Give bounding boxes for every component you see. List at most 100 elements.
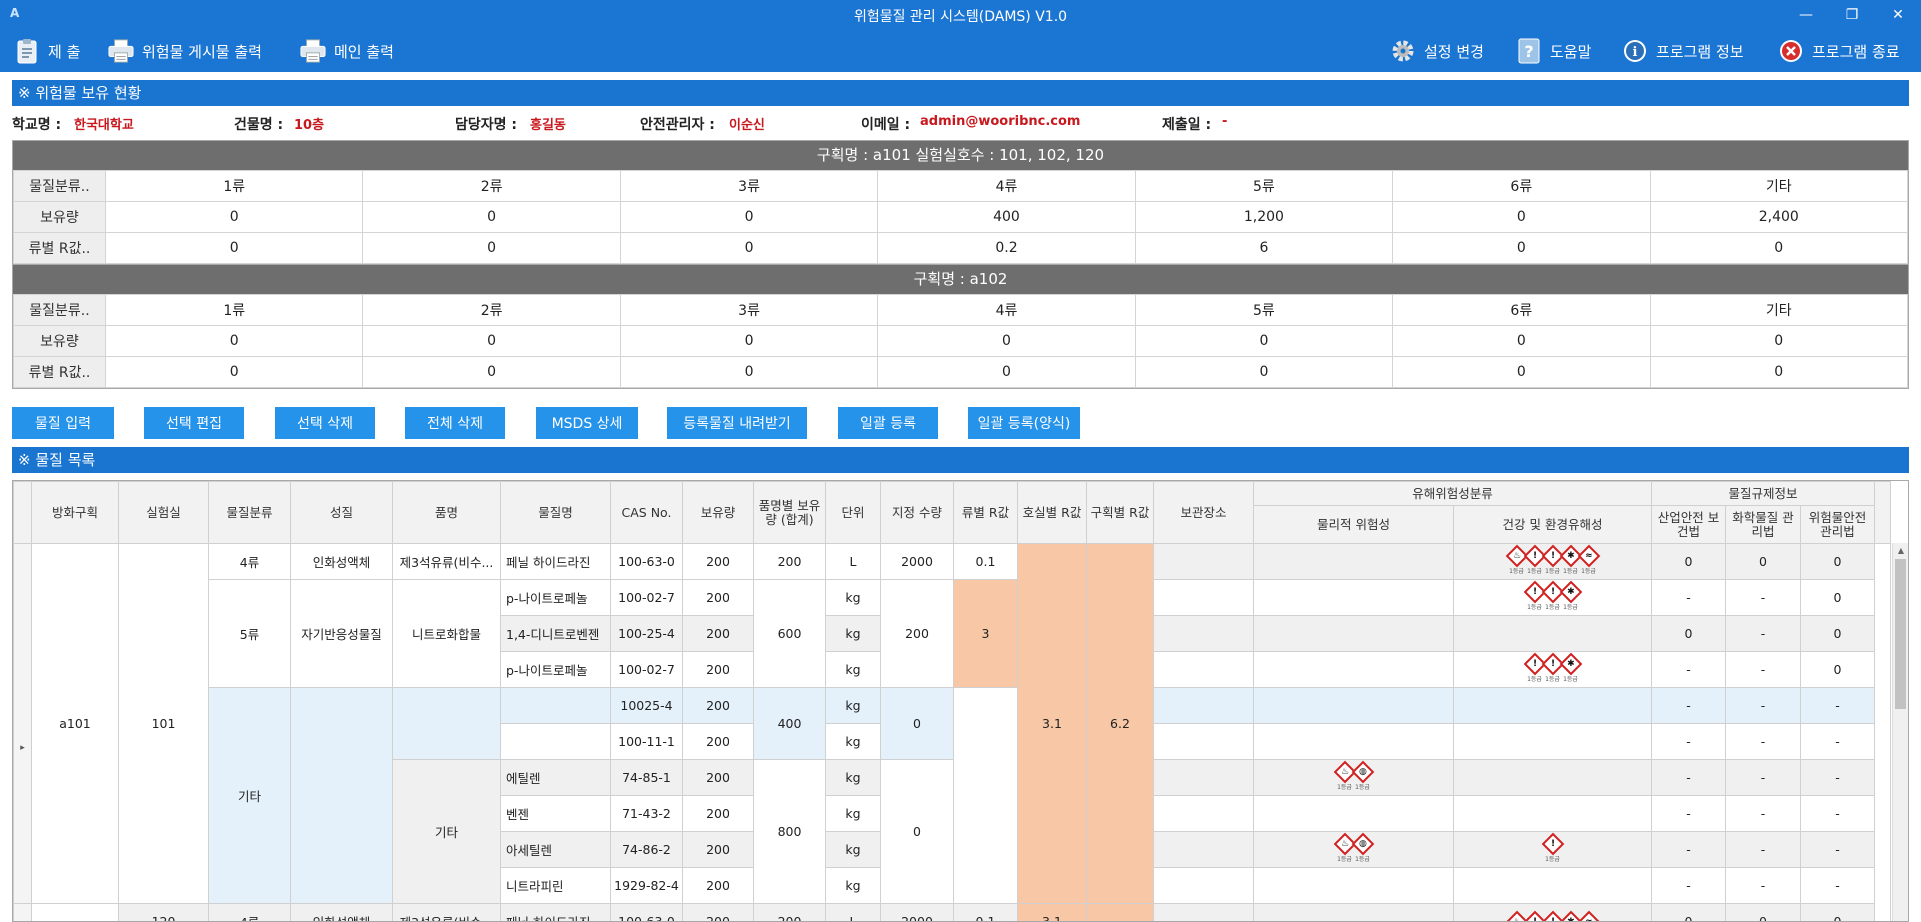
- delete-selected-button[interactable]: 선택 삭제: [275, 407, 375, 439]
- header-zone[interactable]: 방화구획: [31, 481, 119, 544]
- material-name-cell: p-나이트로페놀: [500, 579, 611, 616]
- header-room-r[interactable]: 호실별 R값: [1017, 481, 1087, 544]
- reg-chemical-cell: -: [1725, 615, 1801, 652]
- unit-cell: kg: [825, 579, 881, 616]
- header-reg-industrial[interactable]: 산업안전 보건법: [1651, 505, 1726, 544]
- program-info-button[interactable]: i 프로그램 정보: [1622, 36, 1744, 66]
- header-designated-quantity[interactable]: 지정 수량: [880, 481, 954, 544]
- storage-cell[interactable]: [1153, 687, 1254, 724]
- storage-cell[interactable]: [1153, 579, 1254, 616]
- table-row[interactable]: 5류 자기반응성물질 니트로화합물 p-나이트로페놀 100-02-7 200 …: [14, 579, 1891, 688]
- close-window-button[interactable]: ✕: [1875, 0, 1921, 30]
- print-notice-button[interactable]: 위험물 게시물 출력: [108, 36, 262, 66]
- ghs-pictograms: ♨ ! ! ✱ ≈: [1505, 910, 1600, 921]
- header-lab[interactable]: 실험실: [118, 481, 209, 544]
- help-button[interactable]: ? 도움말: [1516, 36, 1591, 66]
- scroll-thumb[interactable]: [1895, 559, 1906, 709]
- ghs-health-hazard-icon: ✱: [1559, 652, 1582, 676]
- header-zone-r[interactable]: 구획별 R값: [1086, 481, 1154, 544]
- class-cell: 4류: [208, 903, 291, 921]
- header-unit[interactable]: 단위: [825, 481, 881, 544]
- unit-cell: kg: [825, 723, 881, 760]
- physical-hazard-cell: ♨ 1등급 ◍ 1등급: [1253, 759, 1454, 796]
- print-notice-label: 위험물 게시물 출력: [142, 42, 262, 61]
- bulk-register-template-button[interactable]: 일괄 등록(양식): [968, 407, 1080, 439]
- header-reg-dangerous[interactable]: 위험물안전 관리법: [1800, 505, 1875, 544]
- input-material-button[interactable]: 물질 입력: [12, 407, 114, 439]
- item-total-cell: 800: [753, 759, 826, 904]
- health-hazard-cell: [1453, 615, 1652, 652]
- row-marker: [13, 903, 32, 921]
- cas-cell: 71-43-2: [610, 795, 683, 832]
- designated-cell: 2000: [880, 543, 954, 580]
- header-class-r[interactable]: 류별 R값: [953, 481, 1018, 544]
- holding-cell: 0: [104, 201, 364, 233]
- storage-cell[interactable]: [1153, 903, 1254, 921]
- holding-cell: 0: [619, 201, 879, 233]
- bulk-register-button[interactable]: 일괄 등록: [838, 407, 938, 439]
- scroll-track[interactable]: [1874, 543, 1891, 921]
- header-reg-chemical[interactable]: 화학물질 관리법: [1725, 505, 1801, 544]
- window-controls: — ❐ ✕: [1783, 0, 1921, 30]
- holding-cell: 0: [1392, 201, 1651, 233]
- submit-button[interactable]: 제 출: [14, 36, 80, 66]
- ghs-pictograms: ! 1등급 ! 1등급 ✱ 1등급: [1523, 580, 1582, 611]
- designated-cell: 200: [880, 579, 954, 688]
- printer-icon: [108, 38, 134, 64]
- header-storage[interactable]: 보관장소: [1153, 481, 1254, 544]
- health-hazard-cell: [1453, 687, 1652, 724]
- settings-button[interactable]: 설정 변경: [1390, 36, 1484, 66]
- category-cell: 1류: [104, 170, 364, 202]
- submit-button-label: 제 출: [48, 42, 81, 61]
- edit-selected-button[interactable]: 선택 편집: [144, 407, 244, 439]
- toolbar: 제 출 위험물 게시물 출력 메인 출력 설정 변경 ? 도움말 i 프로그램 …: [0, 30, 1921, 72]
- header-item[interactable]: 품명: [392, 481, 501, 544]
- header-property[interactable]: 성질: [290, 481, 393, 544]
- zone-title: 구획명 : a102: [13, 265, 1908, 294]
- storage-cell[interactable]: [1153, 867, 1254, 904]
- header-health-hazard[interactable]: 건강 및 환경유해성: [1453, 505, 1652, 544]
- submit-date-label: 제출일 :: [1162, 117, 1212, 133]
- delete-all-button[interactable]: 전체 삭제: [405, 407, 505, 439]
- minimize-button[interactable]: —: [1783, 0, 1829, 30]
- print-main-button[interactable]: 메인 출력: [300, 36, 394, 66]
- header-cas[interactable]: CAS No.: [610, 481, 683, 544]
- scroll-up-icon[interactable]: ▲: [1893, 543, 1908, 559]
- storage-cell[interactable]: [1153, 831, 1254, 868]
- header-marker: [13, 481, 32, 544]
- health-hazard-cell: [1453, 867, 1652, 904]
- exit-program-button[interactable]: 프로그램 종료: [1778, 36, 1900, 66]
- download-registered-button[interactable]: 등록물질 내려받기: [667, 407, 807, 439]
- health-hazard-cell: ! 1등급: [1453, 831, 1652, 868]
- quantity-cell: 200: [682, 579, 754, 616]
- storage-cell[interactable]: [1153, 759, 1254, 796]
- header-material-name[interactable]: 물질명: [500, 481, 611, 544]
- table-row[interactable]: ▸ a101 101 4류 인화성액체 제3석유류(비수... 페닐 하이드라진…: [13, 543, 1891, 921]
- msds-detail-button[interactable]: MSDS 상세: [536, 407, 638, 439]
- storage-cell[interactable]: [1153, 615, 1254, 652]
- window-title: 위험물질 관리 시스템(DAMS) V1.0: [853, 9, 1068, 25]
- reg-industrial-cell: 0: [1651, 543, 1726, 580]
- header-quantity[interactable]: 보유량: [682, 481, 754, 544]
- table-row[interactable]: 120 4류 인화성액체 제3석유류(비수... 페닐 하이드라진 100-63…: [13, 903, 1891, 921]
- reg-chemical-cell: -: [1725, 651, 1801, 688]
- zone-cell: a101: [31, 543, 119, 904]
- storage-cell[interactable]: [1153, 795, 1254, 832]
- vertical-scrollbar[interactable]: ▲: [1892, 543, 1908, 921]
- storage-cell[interactable]: [1153, 543, 1254, 580]
- header-physical-hazard[interactable]: 물리적 위험성: [1253, 505, 1454, 544]
- header-item-total[interactable]: 품명별 보유량 (합계): [753, 481, 826, 544]
- title-bar: A 위험물질 관리 시스템(DAMS) V1.0 — ❐ ✕: [0, 0, 1921, 30]
- item-cell: 니트로화합물: [392, 579, 501, 688]
- class-cell: 기타: [208, 687, 291, 904]
- category-cell: 기타: [1649, 294, 1909, 326]
- holding-cell: 0: [362, 325, 621, 357]
- building-value: 10층: [294, 118, 325, 133]
- header-class[interactable]: 물질분류: [208, 481, 291, 544]
- reg-chemical-cell: 0: [1725, 903, 1801, 921]
- storage-cell[interactable]: [1153, 651, 1254, 688]
- category-row: 물질분류.. 1류 2류 3류 4류 5류 6류 기타: [13, 170, 1909, 202]
- table-row-selected[interactable]: 기타 10025-4 200 400 kg 0 - - -: [14, 687, 1891, 904]
- restore-button[interactable]: ❐: [1829, 0, 1875, 30]
- storage-cell[interactable]: [1153, 723, 1254, 760]
